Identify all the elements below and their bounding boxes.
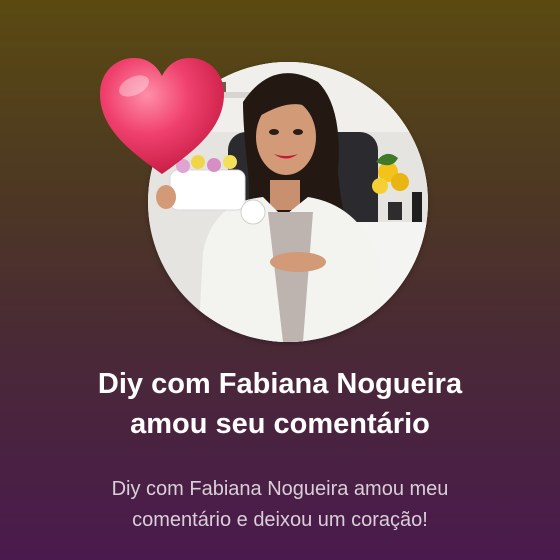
notification-title: Diy com Fabiana Nogueira amou seu coment… <box>0 364 560 444</box>
notification-title-line-1: Diy com Fabiana Nogueira <box>97 368 463 400</box>
notification-title-line-2: amou seu comentário <box>130 408 430 440</box>
notification-message-line-2: comentário e deixou um coração! <box>132 509 428 531</box>
notification-message-line-1: Diy com Fabiana Nogueira amou meu <box>111 478 449 500</box>
heart-notification-card: Diy com Fabiana Nogueira amou seu coment… <box>0 0 560 560</box>
heart-icon <box>100 58 224 174</box>
notification-message: Diy com Fabiana Nogueira amou meu coment… <box>0 474 560 536</box>
